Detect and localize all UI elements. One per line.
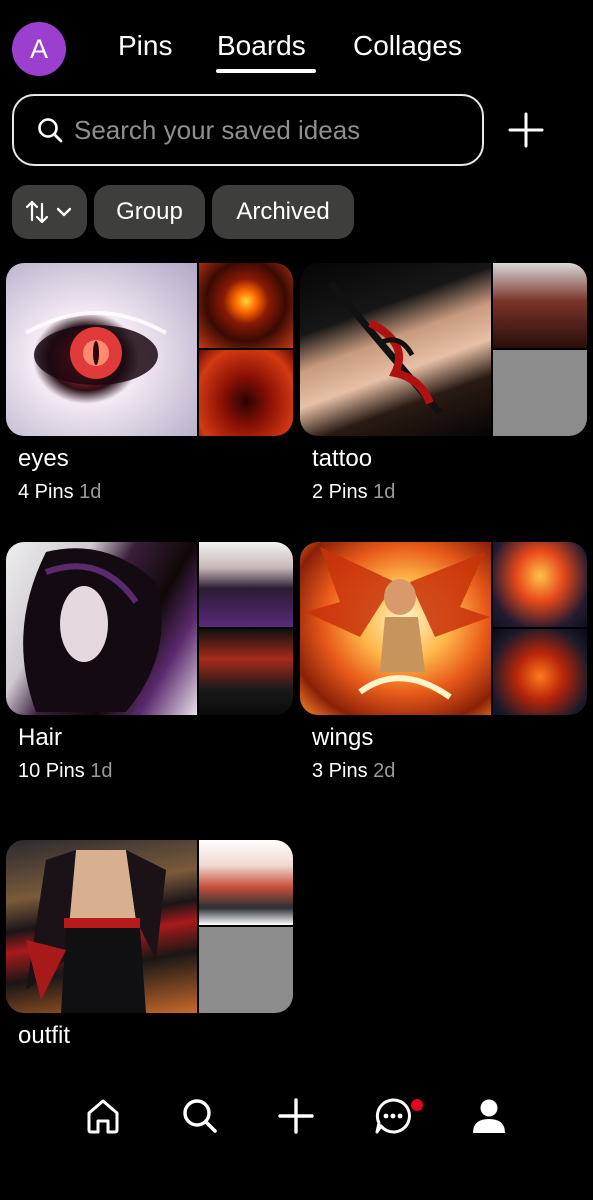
tattoo-yin-yang-image: [493, 263, 587, 348]
tab-collages[interactable]: Collages: [353, 30, 462, 62]
tattoo-arm-image: [300, 263, 491, 436]
sort-arrows-icon: [25, 200, 71, 224]
board-age: 1d: [373, 481, 396, 503]
board-title: wings: [312, 724, 374, 751]
search-icon: [183, 1099, 217, 1133]
fire-wings-image: [300, 542, 491, 715]
nav-home[interactable]: [81, 1094, 125, 1138]
board-cover: [6, 542, 293, 715]
dark-wings-image: [493, 629, 587, 715]
tab-pins[interactable]: Pins: [118, 30, 172, 62]
bottom-navigation: [0, 1080, 593, 1200]
messages-icon: [375, 1098, 411, 1134]
avatar[interactable]: A: [12, 22, 66, 76]
mannequin-image: [199, 542, 293, 627]
phoenix-image: [493, 542, 587, 627]
board-title: outfit: [18, 1022, 71, 1049]
board-meta: 3 Pins 2d: [312, 760, 395, 783]
nav-messages[interactable]: [371, 1094, 415, 1138]
search-bar[interactable]: [12, 94, 484, 166]
board-title: eyes: [18, 445, 69, 472]
board-cover: [300, 542, 587, 715]
nav-create[interactable]: [274, 1094, 318, 1138]
pin-count: 10 Pins: [18, 760, 85, 782]
search-input[interactable]: [74, 114, 454, 146]
board-cover: [6, 263, 293, 436]
board-meta: 2 Pins 1d: [312, 481, 395, 504]
demon-image: [199, 350, 293, 436]
archived-chip[interactable]: Archived: [212, 185, 354, 239]
active-tab-indicator: [216, 69, 316, 73]
plus-icon[interactable]: [506, 110, 546, 150]
outfit-character-image: [6, 840, 197, 1013]
nav-profile[interactable]: [467, 1094, 511, 1138]
character-sheet-image: [199, 840, 293, 925]
notification-badge: [411, 1099, 423, 1111]
pin-count: 4 Pins: [18, 481, 74, 503]
board-age: 2d: [373, 760, 396, 782]
empty-slot: [199, 927, 293, 1013]
home-icon: [87, 1099, 119, 1134]
board-age: 1d: [79, 481, 102, 503]
board-meta: 10 Pins 1d: [18, 760, 113, 783]
board-title: tattoo: [312, 445, 373, 472]
board-cover: [6, 840, 293, 1013]
sort-button[interactable]: [12, 185, 87, 239]
fire-eye-image: [199, 263, 293, 348]
profile-icon: [473, 1099, 505, 1133]
red-hair-image: [199, 629, 293, 715]
pin-count: 2 Pins: [312, 481, 368, 503]
board-title: Hair: [18, 724, 63, 751]
top-bar: A Pins Boards Collages: [0, 0, 593, 96]
board-cover: [300, 263, 587, 436]
pin-count: 3 Pins: [312, 760, 368, 782]
search-icon: [38, 118, 63, 143]
group-chip[interactable]: Group: [94, 185, 205, 239]
nav-search[interactable]: [178, 1094, 222, 1138]
eye-artwork-image: [6, 263, 197, 436]
create-icon: [278, 1098, 314, 1134]
wig-image: [6, 542, 197, 715]
board-age: 1d: [90, 760, 113, 782]
empty-slot: [493, 350, 587, 436]
avatar-letter: A: [29, 33, 48, 64]
tab-boards[interactable]: Boards: [217, 30, 306, 62]
board-meta: 4 Pins 1d: [18, 481, 101, 504]
